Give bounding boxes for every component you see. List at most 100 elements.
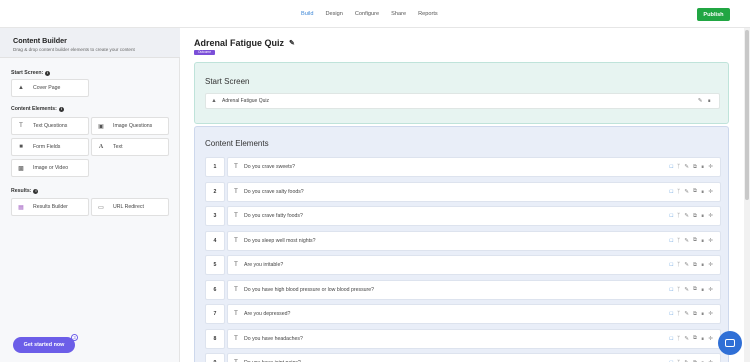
question-card[interactable]: TDo you have joint pains?□ᛉ✎⧉∎✛ bbox=[227, 353, 721, 362]
drag-handle-icon[interactable]: ✛ bbox=[708, 213, 713, 219]
text-questions-element[interactable]: T Text Questions bbox=[11, 117, 89, 135]
branch-icon[interactable]: ᛉ bbox=[677, 238, 680, 244]
question-card[interactable]: T Are you depressed? □ ᛉ ✎ ⧉ ∎ ✛ bbox=[227, 304, 721, 324]
table-row[interactable]: 2 T Do you crave salty foods? □ ᛉ ✎ ⧉ ∎ ✛ bbox=[205, 181, 721, 202]
branch-icon[interactable]: ᛉ bbox=[677, 164, 680, 170]
text-icon: T bbox=[234, 213, 238, 219]
edit-icon[interactable]: ✎ bbox=[684, 213, 689, 219]
results-builder-element[interactable]: ▦ Results Builder bbox=[11, 198, 89, 216]
comment-icon[interactable]: □ bbox=[670, 336, 673, 342]
comment-icon[interactable]: □ bbox=[670, 311, 673, 317]
text-a-icon: A bbox=[98, 144, 104, 150]
drag-handle-icon[interactable]: ✛ bbox=[708, 311, 713, 317]
publish-button[interactable]: Publish bbox=[697, 8, 730, 21]
text-element[interactable]: A Text bbox=[91, 138, 169, 156]
drag-handle-icon[interactable]: ✛ bbox=[708, 262, 713, 268]
comment-icon[interactable]: □ bbox=[670, 213, 673, 219]
edit-title-icon[interactable]: ✎ bbox=[289, 39, 295, 47]
trash-icon[interactable]: ∎ bbox=[701, 262, 705, 268]
chat-launcher-button[interactable] bbox=[718, 331, 742, 355]
drag-handle-icon[interactable]: ✛ bbox=[708, 336, 713, 342]
edit-icon[interactable]: ✎ bbox=[684, 189, 689, 195]
copy-icon[interactable]: ⧉ bbox=[693, 311, 697, 318]
tab-build[interactable]: Build bbox=[301, 11, 313, 17]
copy-icon[interactable]: ⧉ bbox=[693, 237, 697, 244]
question-card[interactable]: T Do you crave salty foods? □ ᛉ ✎ ⧉ ∎ ✛ bbox=[227, 181, 721, 202]
question-number: 5 bbox=[205, 255, 225, 275]
branch-icon[interactable]: ᛉ bbox=[677, 336, 680, 342]
table-row[interactable]: 4 T Do you sleep well most nights? □ ᛉ ✎ ⧉ ∎ ✛ bbox=[205, 230, 721, 251]
trash-icon[interactable]: ∎ bbox=[701, 287, 705, 293]
drag-handle-icon[interactable]: ✛ bbox=[708, 164, 713, 170]
edit-icon[interactable]: ✎ bbox=[684, 336, 689, 342]
drag-handle-icon[interactable]: ✛ bbox=[708, 238, 713, 244]
edit-icon[interactable]: ✎ bbox=[684, 287, 689, 293]
tab-design[interactable]: Design bbox=[325, 11, 342, 17]
branch-icon[interactable]: ᛉ bbox=[677, 287, 680, 293]
notification-badge: 3 bbox=[71, 334, 78, 341]
table-row[interactable]: 5 T Are you irritable? □ ᛉ ✎ ⧉ ∎ ✛ bbox=[205, 255, 721, 275]
comment-icon[interactable]: □ bbox=[670, 189, 673, 195]
drag-handle-icon[interactable]: ✛ bbox=[708, 287, 713, 293]
trash-icon[interactable]: ∎ bbox=[701, 164, 705, 170]
info-icon[interactable]: i bbox=[45, 70, 51, 76]
trash-icon[interactable]: ∎ bbox=[701, 213, 705, 219]
branch-icon[interactable]: ᛉ bbox=[677, 311, 680, 317]
trash-icon[interactable]: ∎ bbox=[708, 98, 712, 104]
comment-icon[interactable]: □ bbox=[670, 238, 673, 244]
table-row[interactable]: 3 T Do you crave fatty foods? □ ᛉ ✎ ⧉ ∎ ✛ bbox=[205, 206, 721, 226]
copy-icon[interactable]: ⧉ bbox=[693, 335, 697, 342]
info-icon[interactable]: i bbox=[58, 106, 64, 112]
main-tabs: Build Design Configure Share Reports bbox=[301, 11, 438, 17]
cover-page-element[interactable]: ▲ Cover Page bbox=[11, 79, 89, 97]
trash-icon[interactable]: ∎ bbox=[701, 238, 705, 244]
trash-icon[interactable]: ∎ bbox=[701, 189, 705, 195]
question-card[interactable]: T Do you crave sweets? □ ᛉ ✎ ⧉ ∎ ✛ bbox=[227, 157, 721, 177]
copy-icon[interactable]: ⧉ bbox=[693, 164, 697, 171]
tab-share[interactable]: Share bbox=[391, 11, 406, 17]
table-row[interactable]: 1 T Do you crave sweets? □ ᛉ ✎ ⧉ ∎ ✛ bbox=[205, 157, 721, 177]
start-screen-heading-label: Start Screen: bbox=[11, 70, 44, 76]
branch-icon[interactable]: ᛉ bbox=[677, 189, 680, 195]
copy-icon[interactable]: ⧉ bbox=[693, 262, 697, 269]
scrollbar-thumb[interactable] bbox=[745, 30, 749, 200]
table-row[interactable]: 7 T Are you depressed? □ ᛉ ✎ ⧉ ∎ ✛ bbox=[205, 304, 721, 324]
edit-icon[interactable]: ✎ bbox=[684, 238, 689, 244]
edit-icon[interactable]: ✎ bbox=[684, 311, 689, 317]
tab-configure[interactable]: Configure bbox=[355, 11, 379, 17]
question-number: 3 bbox=[205, 206, 225, 226]
copy-icon[interactable]: ⧉ bbox=[693, 188, 697, 195]
question-card[interactable]: T Are you irritable? □ ᛉ ✎ ⧉ ∎ ✛ bbox=[227, 255, 721, 275]
image-or-video-element[interactable]: ▩ Image or Video bbox=[11, 159, 89, 177]
image-questions-element[interactable]: ▣ Image Questions bbox=[91, 117, 169, 135]
info-icon[interactable]: i bbox=[33, 188, 39, 194]
question-card[interactable]: T Do you crave fatty foods? □ ᛉ ✎ ⧉ ∎ ✛ bbox=[227, 206, 721, 226]
copy-icon[interactable]: ⧉ bbox=[693, 213, 697, 220]
url-redirect-element[interactable]: ▭ URL Redirect bbox=[91, 198, 169, 216]
results-icon: ▦ bbox=[18, 204, 24, 211]
branch-icon[interactable]: ᛉ bbox=[677, 262, 680, 268]
table-row[interactable]: 8 T Do you have headaches? □ ᛉ ✎ ⧉ ∎ ✛ bbox=[205, 328, 721, 349]
trash-icon[interactable]: ∎ bbox=[701, 311, 705, 317]
edit-icon[interactable]: ✎ bbox=[684, 164, 689, 170]
cover-page-icon: ▲ bbox=[211, 98, 217, 104]
drag-handle-icon[interactable]: ✛ bbox=[708, 189, 713, 195]
comment-icon[interactable]: □ bbox=[670, 262, 673, 268]
edit-icon[interactable]: ✎ bbox=[684, 262, 689, 268]
trash-icon[interactable]: ∎ bbox=[701, 336, 705, 342]
tab-reports[interactable]: Reports bbox=[418, 11, 438, 17]
comment-icon[interactable]: □ bbox=[670, 287, 673, 293]
table-row[interactable]: 9TDo you have joint pains?□ᛉ✎⧉∎✛ bbox=[205, 353, 721, 362]
text-label: Text bbox=[113, 144, 123, 150]
question-card[interactable]: T Do you have high blood pressure or low … bbox=[227, 279, 721, 300]
copy-icon[interactable]: ⧉ bbox=[693, 286, 697, 293]
question-card[interactable]: T Do you have headaches? □ ᛉ ✎ ⧉ ∎ ✛ bbox=[227, 328, 721, 349]
table-row[interactable]: 6 T Do you have high blood pressure or low… bbox=[205, 279, 721, 300]
question-card[interactable]: T Do you sleep well most nights? □ ᛉ ✎ ⧉ ∎ ✛ bbox=[227, 230, 721, 251]
form-fields-element[interactable]: ■ Form Fields bbox=[11, 138, 89, 156]
get-started-button[interactable]: Get started now bbox=[13, 337, 75, 353]
start-screen-item[interactable]: ▲ Adrenal Fatigue Quiz ✎ ∎ bbox=[205, 93, 720, 109]
edit-icon[interactable]: ✎ bbox=[698, 98, 703, 104]
comment-icon[interactable]: □ bbox=[670, 164, 673, 170]
branch-icon[interactable]: ᛉ bbox=[677, 213, 680, 219]
